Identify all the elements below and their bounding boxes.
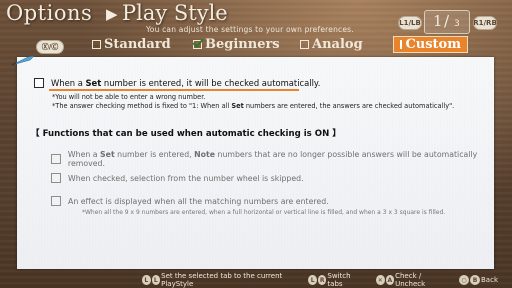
tab-beginners[interactable]: Beginners: [193, 36, 280, 53]
circle-button-icon: ○: [459, 275, 469, 285]
l1-button-icon: L: [308, 275, 317, 285]
quill-pen-icon: [11, 55, 35, 66]
skip-wheel-checkbox[interactable]: [51, 173, 61, 183]
tab-beginners-label: Beginners: [205, 37, 280, 52]
breadcrumb-arrow-icon: ▶: [106, 5, 118, 23]
r1-button-icon: R: [317, 275, 327, 285]
match-effect-footnote: *When all the 9 x 9 numbers are entered,…: [82, 209, 446, 216]
hint-switch-tabs: L R Switch tabs: [308, 272, 362, 288]
auto-remove-notes-option[interactable]: When a Set number is entered, Note numbe…: [51, 150, 512, 168]
note-wrong-number: *You will not be able to enter a wrong n…: [52, 93, 206, 101]
tab-standard-label: Standard: [104, 37, 171, 52]
button-hints-bar: L L Set the selected tab to the current …: [142, 272, 512, 288]
tab-beginners-checkbox-icon: [193, 40, 202, 49]
auto-remove-notes-checkbox[interactable]: [51, 154, 61, 164]
section-heading: 【 Functions that can be used when automa…: [31, 129, 341, 139]
auto-check-option[interactable]: When a Set number is entered, it will be…: [34, 78, 320, 88]
auto-check-checkbox[interactable]: [34, 78, 44, 88]
tab-analog-checkbox-icon: [300, 40, 309, 49]
selection-underline: [49, 89, 299, 91]
skip-wheel-label: When checked, selection from the number …: [68, 173, 304, 183]
rb-page-button[interactable]: R1/RB: [473, 16, 497, 30]
page-total: 3: [454, 19, 460, 29]
hint-check: ✕ A Check / Uncheck: [376, 272, 426, 288]
skip-wheel-option[interactable]: When checked, selection from the number …: [51, 173, 304, 183]
auto-check-label: When a Set number is entered, it will be…: [51, 78, 321, 88]
tab-custom-checkbox-icon: [400, 40, 403, 49]
tab-standard[interactable]: Standard: [92, 36, 171, 53]
page-title: Options: [6, 1, 93, 25]
lb-page-button[interactable]: L1/LB: [398, 16, 422, 30]
l3-button-icon: L: [142, 275, 151, 285]
tab-custom-label: Custom: [405, 37, 461, 52]
match-effect-checkbox[interactable]: [51, 196, 61, 206]
hint-set-tab: L L Set the selected tab to the current …: [142, 272, 294, 288]
page-current: 1: [433, 12, 443, 30]
match-effect-option[interactable]: An effect is displayed when all the matc…: [51, 196, 329, 206]
hint-back: ○ B Back: [459, 275, 498, 285]
reset-button[interactable]: Ⓧ/Ⓒ: [36, 40, 64, 54]
tab-standard-checkbox-icon: [92, 40, 101, 49]
note-checking-method: *The answer checking method is fixed to …: [52, 102, 455, 110]
a-button-icon: A: [385, 275, 395, 285]
ls-button-icon: L: [151, 275, 161, 285]
tab-analog[interactable]: Analog: [300, 36, 363, 53]
auto-remove-notes-label: When a Set number is entered, Note numbe…: [67, 150, 478, 168]
page-slash: /: [444, 12, 450, 30]
tab-analog-label: Analog: [312, 37, 363, 52]
section-title: Play Style: [122, 1, 228, 25]
b-button-icon: B: [470, 275, 480, 285]
match-effect-label: An effect is displayed when all the matc…: [68, 196, 329, 206]
tab-custom[interactable]: Custom: [393, 36, 468, 53]
cross-button-icon: ✕: [376, 275, 385, 285]
page-subtitle: You can adjust the settings to your own …: [146, 25, 354, 34]
page-indicator: 1 / 3: [424, 10, 470, 34]
